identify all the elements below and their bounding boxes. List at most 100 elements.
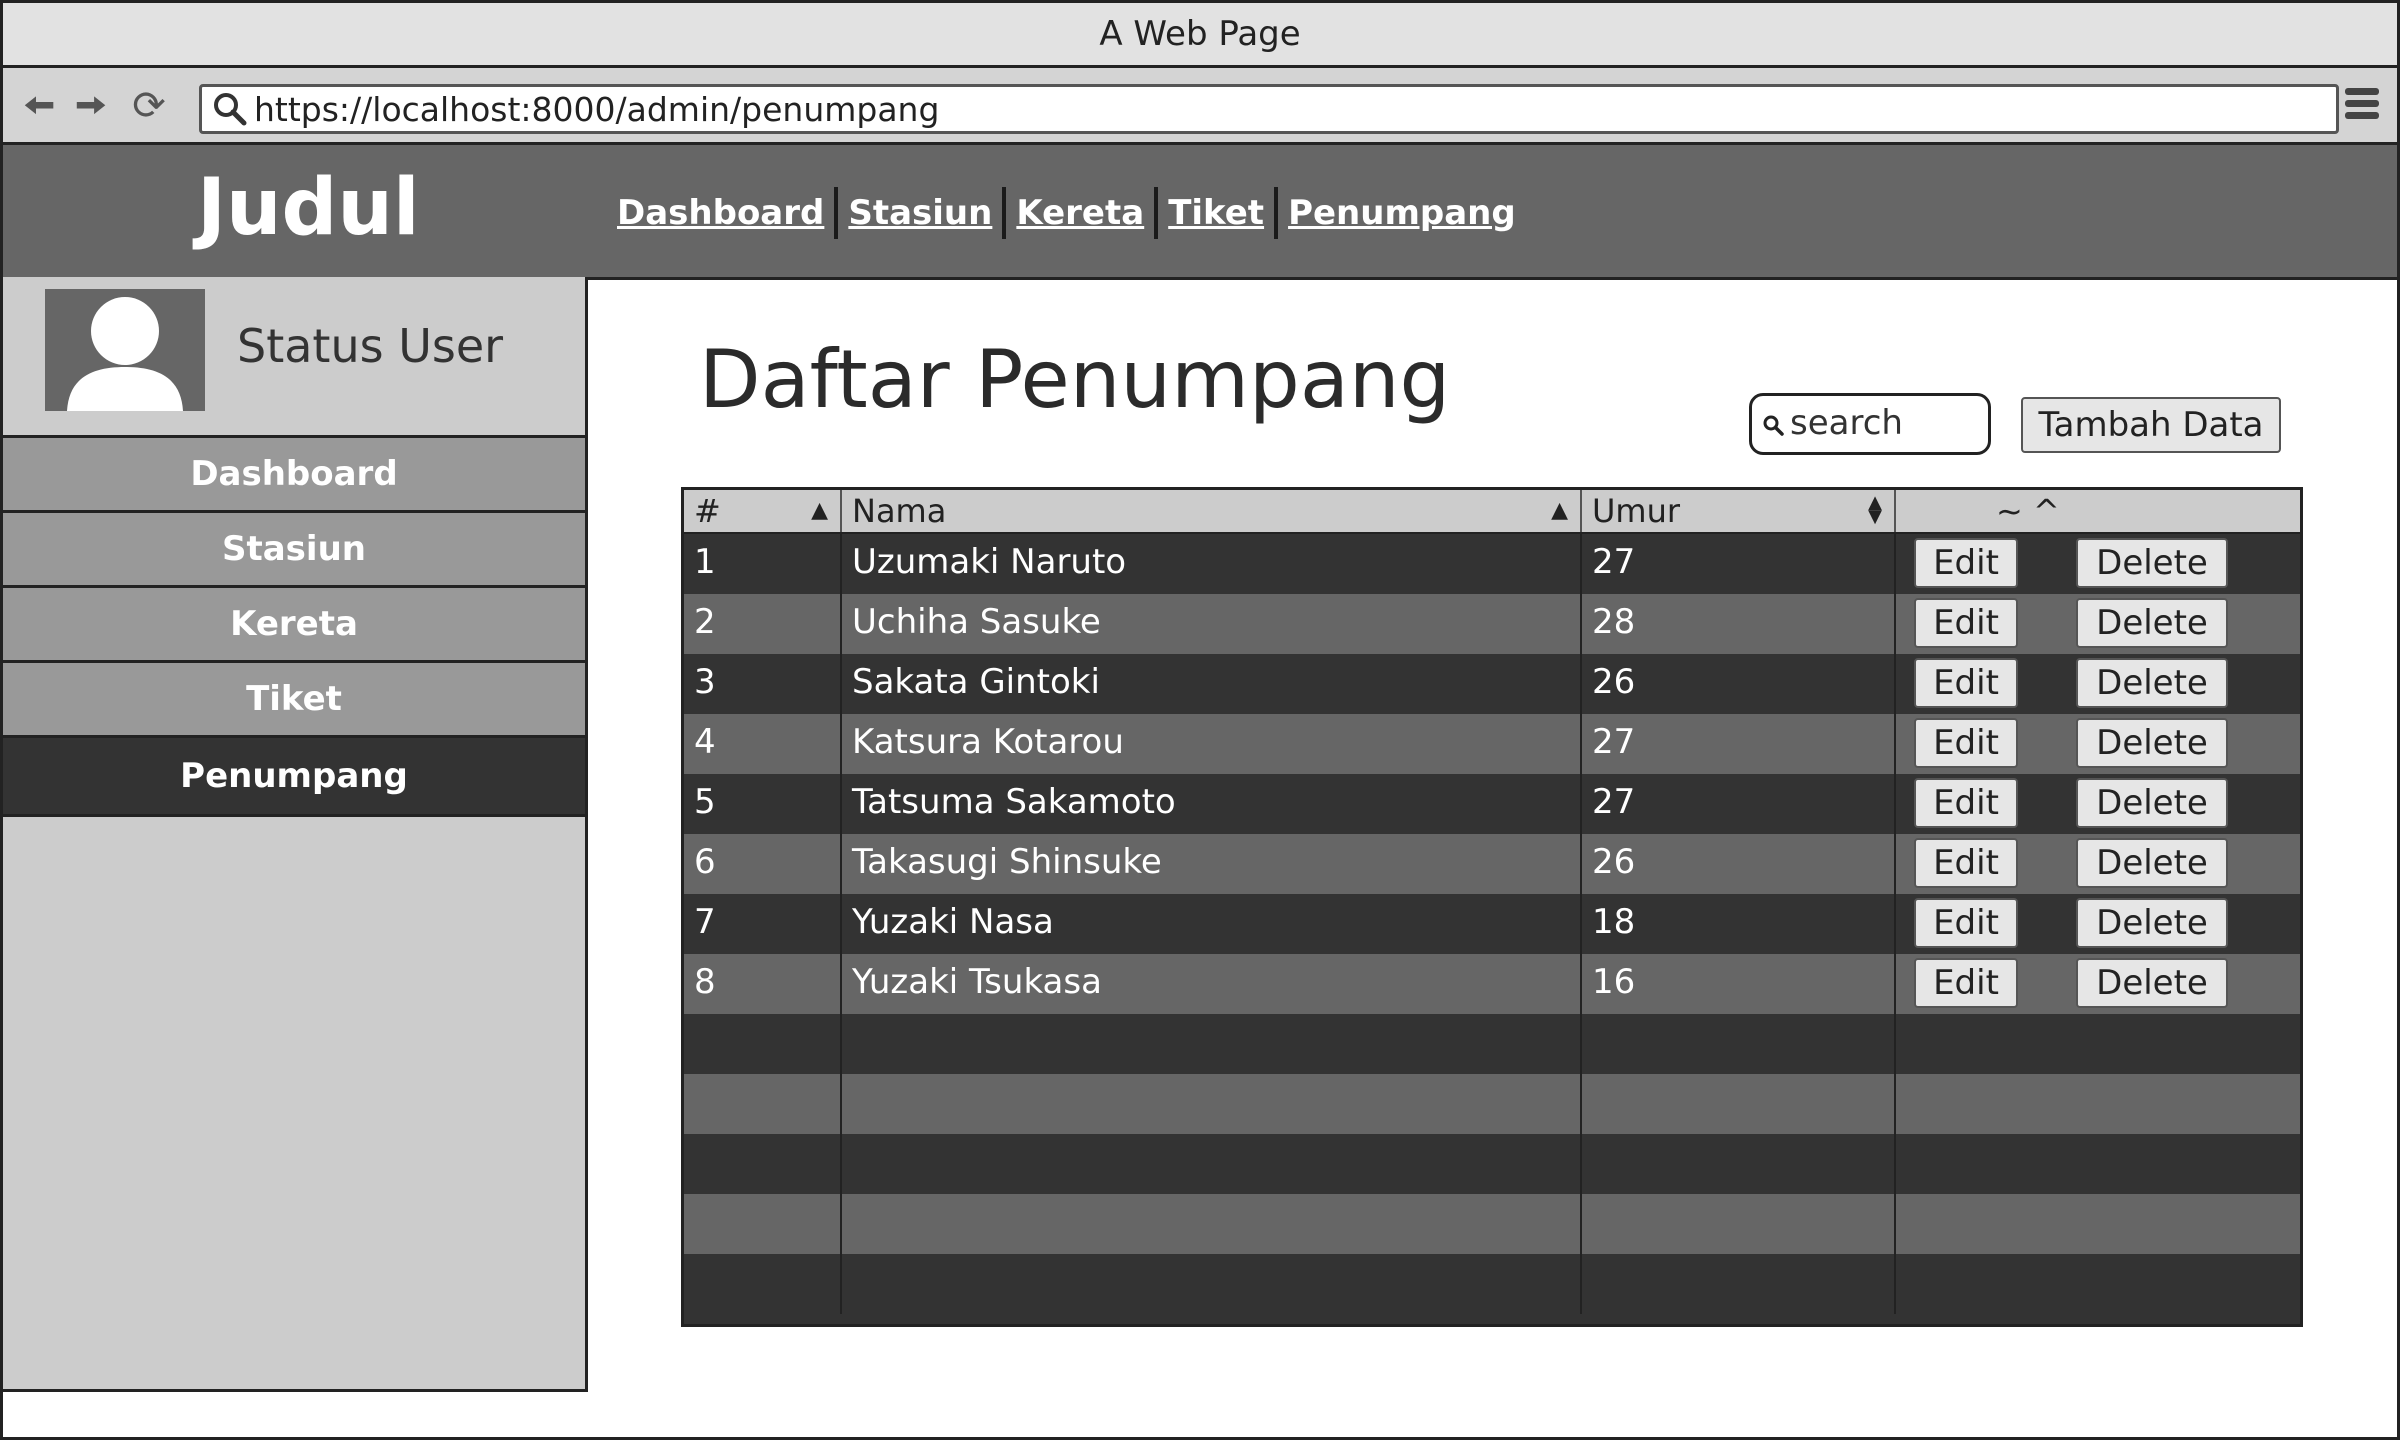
row-number-cell: [684, 1074, 842, 1134]
table-row: 3 Sakata Gintoki 26 Edit Delete: [684, 654, 2300, 714]
row-name-cell: Tatsuma Sakamoto: [842, 774, 1582, 834]
row-age-cell: 27: [1582, 534, 1896, 594]
user-panel: Status User: [3, 277, 585, 438]
topnav-tiket[interactable]: Tiket: [1158, 193, 1274, 233]
row-name-cell: Takasugi Shinsuke: [842, 834, 1582, 894]
user-status: Status User: [237, 319, 504, 373]
delete-button[interactable]: Delete: [2076, 778, 2228, 828]
edit-button[interactable]: Edit: [1914, 598, 2018, 648]
sidebar-item-tiket[interactable]: Tiket: [3, 663, 585, 738]
row-actions-cell: [1896, 1194, 2300, 1254]
delete-button[interactable]: Delete: [2076, 958, 2228, 1008]
row-actions-cell: [1896, 1254, 2300, 1314]
topnav-kereta[interactable]: Kereta: [1006, 193, 1154, 233]
forward-arrow-icon[interactable]: 🠪: [69, 84, 113, 128]
top-navigation: Dashboard Stasiun Kereta Tiket Penumpang: [617, 185, 1526, 241]
row-actions-cell: [1896, 1134, 2300, 1194]
reload-icon[interactable]: ⟳: [127, 84, 171, 128]
edit-button[interactable]: Edit: [1914, 658, 2018, 708]
delete-button[interactable]: Delete: [2076, 898, 2228, 948]
edit-button[interactable]: Edit: [1914, 838, 2018, 888]
column-header-number[interactable]: # ▲: [684, 490, 842, 532]
row-age-cell: 27: [1582, 714, 1896, 774]
column-header-label: ~ ^: [1996, 492, 2060, 530]
sidebar-item-kereta[interactable]: Kereta: [3, 588, 585, 663]
user-silhouette-icon: [67, 297, 183, 411]
back-arrow-icon[interactable]: 🠨: [17, 84, 61, 128]
edit-button[interactable]: Edit: [1914, 898, 2018, 948]
row-name-cell: [842, 1134, 1582, 1194]
edit-button[interactable]: Edit: [1914, 538, 2018, 588]
row-name-cell: Katsura Kotarou: [842, 714, 1582, 774]
page-title: Daftar Penumpang: [699, 333, 1451, 426]
column-header-umur[interactable]: Umur ▲ ▼: [1582, 490, 1896, 532]
search-box[interactable]: [1749, 393, 1991, 455]
search-input[interactable]: [1790, 402, 1980, 444]
row-actions-cell: Edit Delete: [1896, 534, 2300, 594]
hamburger-menu-icon[interactable]: [2345, 88, 2379, 124]
row-age-cell: [1582, 1134, 1896, 1194]
address-bar[interactable]: https://localhost:8000/admin/penumpang: [199, 84, 2339, 134]
delete-button[interactable]: Delete: [2076, 598, 2228, 648]
url-text: https://localhost:8000/admin/penumpang: [254, 90, 940, 129]
row-age-cell: 16: [1582, 954, 1896, 1014]
browser-toolbar: 🠨 🠪 ⟳ https://localhost:8000/admin/penum…: [3, 68, 2397, 145]
table-row: 1 Uzumaki Naruto 27 Edit Delete: [684, 534, 2300, 594]
row-age-cell: 26: [1582, 654, 1896, 714]
column-header-actions: ~ ^: [1896, 490, 2300, 532]
edit-button[interactable]: Edit: [1914, 718, 2018, 768]
sort-asc-icon: ▲: [811, 498, 828, 523]
table-row: 4 Katsura Kotarou 27 Edit Delete: [684, 714, 2300, 774]
row-name-cell: Uzumaki Naruto: [842, 534, 1582, 594]
row-name-cell: [842, 1014, 1582, 1074]
row-name-cell: Uchiha Sasuke: [842, 594, 1582, 654]
row-actions-cell: Edit Delete: [1896, 654, 2300, 714]
topnav-stasiun[interactable]: Stasiun: [838, 193, 1002, 233]
edit-button[interactable]: Edit: [1914, 958, 2018, 1008]
row-age-cell: 27: [1582, 774, 1896, 834]
delete-button[interactable]: Delete: [2076, 658, 2228, 708]
topnav-penumpang[interactable]: Penumpang: [1278, 193, 1526, 233]
edit-button[interactable]: Edit: [1914, 778, 2018, 828]
table-header: # ▲ Nama ▲ Umur ▲ ▼ ~ ^: [684, 490, 2300, 534]
row-actions-cell: Edit Delete: [1896, 834, 2300, 894]
sidebar-item-penumpang[interactable]: Penumpang: [3, 738, 585, 817]
row-number-cell: 5: [684, 774, 842, 834]
row-actions-cell: Edit Delete: [1896, 954, 2300, 1014]
row-age-cell: [1582, 1074, 1896, 1134]
column-header-label: Umur: [1592, 492, 1681, 530]
window-title: A Web Page: [3, 3, 2397, 68]
search-icon: [1763, 415, 1784, 436]
topnav-dashboard[interactable]: Dashboard: [617, 193, 834, 233]
row-age-cell: 28: [1582, 594, 1896, 654]
row-name-cell: Sakata Gintoki: [842, 654, 1582, 714]
browser-window: A Web Page 🠨 🠪 ⟳ https://localhost:8000/…: [0, 0, 2400, 1440]
row-number-cell: 3: [684, 654, 842, 714]
delete-button[interactable]: Delete: [2076, 838, 2228, 888]
row-actions-cell: Edit Delete: [1896, 774, 2300, 834]
row-name-cell: [842, 1254, 1582, 1314]
sidebar-item-dashboard[interactable]: Dashboard: [3, 438, 585, 513]
column-header-label: #: [694, 492, 721, 530]
add-data-button[interactable]: Tambah Data: [2021, 397, 2281, 453]
table-row: 5 Tatsuma Sakamoto 27 Edit Delete: [684, 774, 2300, 834]
row-name-cell: [842, 1074, 1582, 1134]
row-number-cell: 6: [684, 834, 842, 894]
row-actions-cell: [1896, 1014, 2300, 1074]
sort-both-icon: ▲ ▼: [1868, 492, 1882, 527]
sidebar-item-stasiun[interactable]: Stasiun: [3, 513, 585, 588]
column-header-label: Nama: [852, 492, 947, 530]
row-age-cell: 18: [1582, 894, 1896, 954]
delete-button[interactable]: Delete: [2076, 718, 2228, 768]
sidebar: Status User Dashboard Stasiun Kereta Tik…: [3, 277, 588, 1392]
table-row: 6 Takasugi Shinsuke 26 Edit Delete: [684, 834, 2300, 894]
row-number-cell: 4: [684, 714, 842, 774]
avatar: [45, 289, 205, 411]
column-header-nama[interactable]: Nama ▲: [842, 490, 1582, 532]
row-actions-cell: Edit Delete: [1896, 714, 2300, 774]
row-actions-cell: [1896, 1074, 2300, 1134]
delete-button[interactable]: Delete: [2076, 538, 2228, 588]
row-actions-cell: Edit Delete: [1896, 594, 2300, 654]
row-age-cell: 26: [1582, 834, 1896, 894]
table-row: 2 Uchiha Sasuke 28 Edit Delete: [684, 594, 2300, 654]
